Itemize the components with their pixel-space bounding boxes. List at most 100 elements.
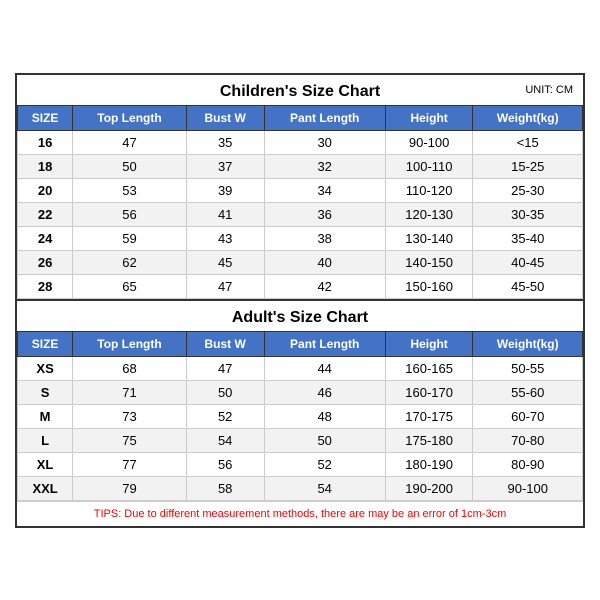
table-cell: 130-140 [385, 226, 473, 250]
table-cell: 58 [186, 476, 264, 500]
table-cell: 47 [186, 274, 264, 298]
table-cell: 120-130 [385, 202, 473, 226]
col-header-height: Height [385, 105, 473, 130]
size-chart-container: Children's Size Chart UNIT: CM SIZE Top … [15, 73, 585, 528]
table-cell: 62 [73, 250, 187, 274]
table-cell: 79 [73, 476, 187, 500]
table-cell: 140-150 [385, 250, 473, 274]
table-row: 24594338130-14035-40 [18, 226, 583, 250]
table-row: S715046160-17055-60 [18, 380, 583, 404]
table-cell: 43 [186, 226, 264, 250]
table-cell: 26 [18, 250, 73, 274]
table-cell: 32 [264, 154, 385, 178]
table-cell: 54 [264, 476, 385, 500]
children-header-row: SIZE Top Length Bust W Pant Length Heigh… [18, 105, 583, 130]
adult-col-header-size: SIZE [18, 331, 73, 356]
table-cell: 68 [73, 356, 187, 380]
adult-col-header-weight: Weight(kg) [473, 331, 583, 356]
table-cell: 70-80 [473, 428, 583, 452]
table-cell: S [18, 380, 73, 404]
table-cell: 90-100 [473, 476, 583, 500]
table-cell: 53 [73, 178, 187, 202]
adult-col-header-height: Height [385, 331, 473, 356]
table-cell: 35 [186, 130, 264, 154]
adult-header-row: SIZE Top Length Bust W Pant Length Heigh… [18, 331, 583, 356]
table-cell: 30 [264, 130, 385, 154]
col-header-bust-w: Bust W [186, 105, 264, 130]
table-cell: 160-170 [385, 380, 473, 404]
unit-label: UNIT: CM [525, 84, 573, 96]
table-cell: 36 [264, 202, 385, 226]
table-cell: 41 [186, 202, 264, 226]
table-cell: XL [18, 452, 73, 476]
table-row: XL775652180-19080-90 [18, 452, 583, 476]
children-title: Children's Size Chart UNIT: CM [17, 75, 583, 105]
children-title-text: Children's Size Chart [220, 83, 380, 100]
table-cell: 52 [264, 452, 385, 476]
table-row: 18503732100-11015-25 [18, 154, 583, 178]
table-cell: 45-50 [473, 274, 583, 298]
table-cell: 180-190 [385, 452, 473, 476]
table-cell: 28 [18, 274, 73, 298]
table-cell: 20 [18, 178, 73, 202]
col-header-size: SIZE [18, 105, 73, 130]
table-cell: 42 [264, 274, 385, 298]
table-row: L755450175-18070-80 [18, 428, 583, 452]
table-row: 28654742150-16045-50 [18, 274, 583, 298]
table-cell: 47 [186, 356, 264, 380]
adult-col-header-top-length: Top Length [73, 331, 187, 356]
table-row: XS684744160-16550-55 [18, 356, 583, 380]
table-row: 22564136120-13030-35 [18, 202, 583, 226]
table-cell: M [18, 404, 73, 428]
table-cell: 25-30 [473, 178, 583, 202]
table-cell: 54 [186, 428, 264, 452]
table-cell: 56 [186, 452, 264, 476]
table-row: 1647353090-100<15 [18, 130, 583, 154]
table-cell: 37 [186, 154, 264, 178]
table-cell: 39 [186, 178, 264, 202]
table-cell: 50 [73, 154, 187, 178]
table-row: XXL795854190-20090-100 [18, 476, 583, 500]
adult-col-header-pant-length: Pant Length [264, 331, 385, 356]
table-cell: 46 [264, 380, 385, 404]
table-cell: 40-45 [473, 250, 583, 274]
table-cell: 24 [18, 226, 73, 250]
adult-col-header-bust-w: Bust W [186, 331, 264, 356]
table-cell: 56 [73, 202, 187, 226]
table-cell: L [18, 428, 73, 452]
table-cell: 150-160 [385, 274, 473, 298]
table-row: 20533934110-12025-30 [18, 178, 583, 202]
table-cell: 170-175 [385, 404, 473, 428]
table-cell: 48 [264, 404, 385, 428]
table-cell: XXL [18, 476, 73, 500]
table-cell: 75 [73, 428, 187, 452]
table-cell: 65 [73, 274, 187, 298]
children-table: SIZE Top Length Bust W Pant Length Heigh… [17, 105, 583, 299]
table-cell: 40 [264, 250, 385, 274]
table-cell: 47 [73, 130, 187, 154]
table-cell: 35-40 [473, 226, 583, 250]
table-cell: 60-70 [473, 404, 583, 428]
col-header-weight: Weight(kg) [473, 105, 583, 130]
tips-text: TIPS: Due to different measurement metho… [17, 501, 583, 526]
col-header-top-length: Top Length [73, 105, 187, 130]
table-cell: 45 [186, 250, 264, 274]
table-cell: 34 [264, 178, 385, 202]
table-cell: 52 [186, 404, 264, 428]
adult-table: SIZE Top Length Bust W Pant Length Heigh… [17, 331, 583, 501]
table-cell: 50 [186, 380, 264, 404]
table-cell: 160-165 [385, 356, 473, 380]
table-cell: 15-25 [473, 154, 583, 178]
table-cell: 190-200 [385, 476, 473, 500]
table-cell: 100-110 [385, 154, 473, 178]
table-cell: 73 [73, 404, 187, 428]
table-cell: 50-55 [473, 356, 583, 380]
adult-title-text: Adult's Size Chart [232, 309, 368, 326]
table-cell: 38 [264, 226, 385, 250]
table-cell: 110-120 [385, 178, 473, 202]
table-cell: 22 [18, 202, 73, 226]
table-cell: 80-90 [473, 452, 583, 476]
table-cell: 18 [18, 154, 73, 178]
table-cell: XS [18, 356, 73, 380]
table-cell: 77 [73, 452, 187, 476]
